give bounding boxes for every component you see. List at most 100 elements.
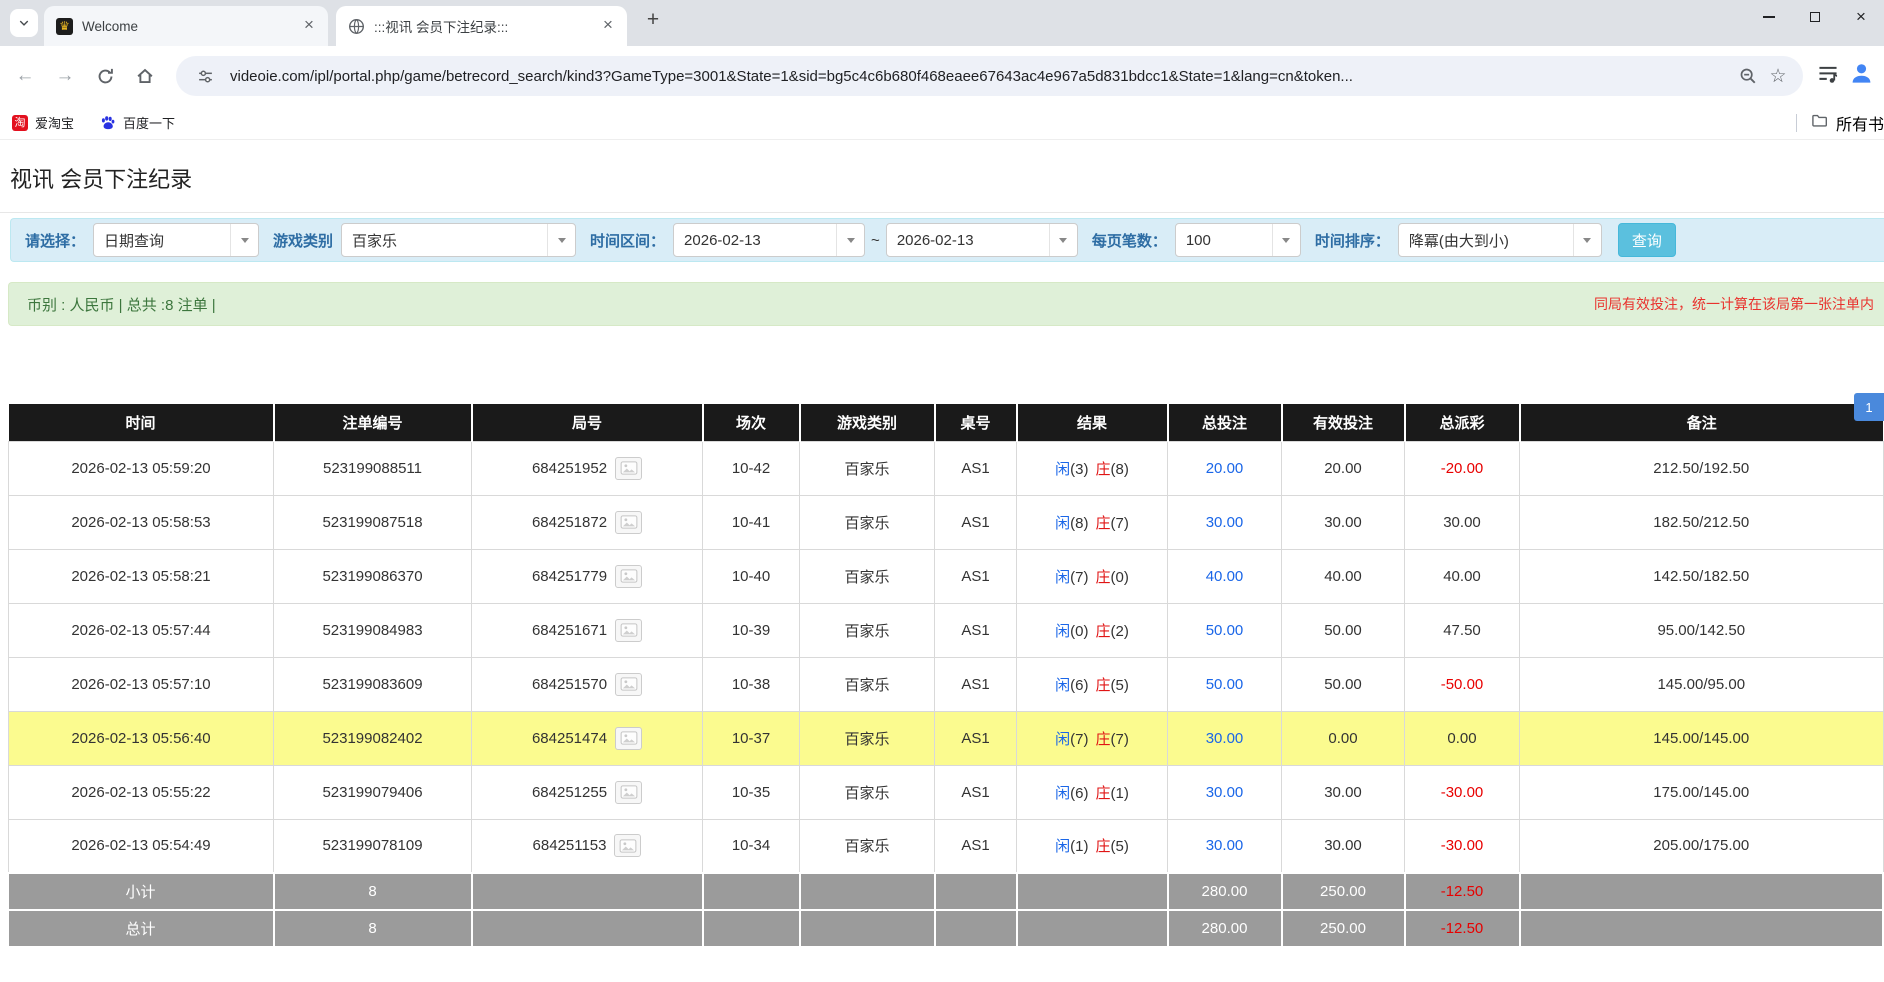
cell-note: 212.50/192.50 [1520, 441, 1884, 495]
sum-empty-cell [703, 873, 800, 910]
cell-payout: 0.00 [1405, 711, 1520, 765]
address-bar[interactable]: videoie.com/ipl/portal.php/game/betrecor… [176, 56, 1803, 96]
all-bookmarks[interactable]: 所有书签 [1796, 106, 1884, 139]
currency-total-text: 币别 : 人民币 | 总共 :8 注单 | [27, 294, 216, 315]
header-table-no: 桌号 [935, 404, 1017, 441]
round-id-text: 684251153 [533, 837, 607, 854]
replay-video-button[interactable] [615, 565, 642, 588]
tab-close-icon[interactable]: × [599, 17, 617, 35]
replay-video-button[interactable] [615, 673, 642, 696]
replay-video-button[interactable] [614, 834, 641, 857]
table-row: 2026-02-13 05:58:53 523199087518 6842518… [9, 495, 1884, 549]
player-points: (7) [1070, 569, 1088, 586]
player-points: (3) [1070, 461, 1088, 478]
chevron-down-icon [1573, 224, 1601, 256]
site-info-icon[interactable] [190, 61, 220, 91]
header-session: 场次 [703, 404, 800, 441]
query-type-select[interactable]: 日期查询 [93, 223, 259, 257]
home-icon [135, 66, 155, 86]
forward-button[interactable]: → [48, 59, 82, 93]
close-window-button[interactable]: × [1838, 0, 1884, 34]
cell-payout: 30.00 [1405, 495, 1520, 549]
cell-session: 10-41 [703, 495, 800, 549]
replay-video-button[interactable] [615, 727, 642, 750]
pagination-page-button[interactable]: 1 [1854, 393, 1884, 421]
reload-icon [96, 67, 115, 86]
header-game-type: 游戏类别 [800, 404, 935, 441]
folder-icon [1811, 112, 1828, 134]
bookmark-baidu[interactable]: 百度一下 [100, 113, 175, 132]
cell-result: 闲(1)庄(5) [1017, 819, 1168, 873]
media-controls-icon[interactable] [1817, 63, 1839, 90]
cell-payout: -30.00 [1405, 765, 1520, 819]
profile-avatar[interactable] [1849, 61, 1874, 91]
sum-empty-cell [935, 873, 1017, 910]
cell-valid-bet: 50.00 [1282, 603, 1405, 657]
cell-time: 2026-02-13 05:55:22 [9, 765, 274, 819]
filter-bar: 请选择： 日期查询 游戏类别 百家乐 时间区间： 2026-02-13 ~ 20… [10, 218, 1884, 262]
page-size-select[interactable]: 100 [1175, 223, 1301, 257]
picture-icon [620, 785, 638, 799]
cell-valid-bet: 50.00 [1282, 657, 1405, 711]
cell-round-id: 684251474 [472, 711, 703, 765]
page-size-label: 每页笔数： [1092, 230, 1167, 251]
cell-round-id: 684251671 [472, 603, 703, 657]
subtotal-payout: -12.50 [1405, 873, 1520, 910]
all-bookmarks-label: 所有书签 [1836, 111, 1884, 135]
maximize-button[interactable] [1792, 0, 1838, 34]
replay-video-button[interactable] [615, 781, 642, 804]
date-to-select[interactable]: 2026-02-13 [886, 223, 1078, 257]
bet-records-table-wrap: 时间 注单编号 局号 场次 游戏类别 桌号 结果 总投注 有效投注 总派彩 备注… [8, 404, 1884, 948]
banker-result: 庄 [1096, 838, 1111, 855]
tab-welcome[interactable]: ♛ Welcome × [44, 6, 328, 46]
cell-session: 10-35 [703, 765, 800, 819]
cell-game-type: 百家乐 [800, 765, 935, 819]
sum-empty-cell [800, 910, 935, 947]
zoom-out-icon[interactable] [1733, 61, 1763, 91]
cell-bet-id: 523199083609 [274, 657, 472, 711]
bookmark-star-icon[interactable]: ☆ [1763, 61, 1793, 91]
cell-valid-bet: 40.00 [1282, 549, 1405, 603]
new-tab-button[interactable]: + [639, 8, 667, 32]
sort-value: 降冪(由大到小) [1399, 230, 1573, 251]
header-payout: 总派彩 [1405, 404, 1520, 441]
minimize-button[interactable] [1746, 0, 1792, 34]
picture-icon [620, 623, 638, 637]
cell-session: 10-39 [703, 603, 800, 657]
tab-bet-records[interactable]: :::视讯 会员下注纪录::: × [336, 6, 627, 46]
cell-session: 10-34 [703, 819, 800, 873]
cell-valid-bet: 30.00 [1282, 495, 1405, 549]
round-id-text: 684251255 [532, 784, 607, 801]
cell-payout: 40.00 [1405, 549, 1520, 603]
date-from-select[interactable]: 2026-02-13 [673, 223, 865, 257]
back-button[interactable]: ← [8, 59, 42, 93]
cell-note: 182.50/212.50 [1520, 495, 1884, 549]
replay-video-button[interactable] [615, 457, 642, 480]
home-button[interactable] [128, 59, 162, 93]
bet-records-table: 时间 注单编号 局号 场次 游戏类别 桌号 结果 总投注 有效投注 总派彩 备注… [8, 404, 1884, 948]
replay-video-button[interactable] [615, 619, 642, 642]
player-result: 闲 [1055, 838, 1070, 855]
search-button[interactable]: 查询 [1618, 223, 1676, 257]
cell-session: 10-40 [703, 549, 800, 603]
total-row: 总计 8 280.00 250.00 -12.50 [9, 910, 1884, 947]
query-type-value: 日期查询 [94, 230, 230, 251]
tab-close-icon[interactable]: × [300, 17, 318, 35]
replay-video-button[interactable] [615, 511, 642, 534]
cell-result: 闲(7)庄(7) [1017, 711, 1168, 765]
player-points: (7) [1070, 731, 1088, 748]
table-row: 2026-02-13 05:54:49 523199078109 6842511… [9, 819, 1884, 873]
bookmark-aitaobao[interactable]: 淘 爱淘宝 [12, 113, 74, 132]
cell-total-bet: 30.00 [1168, 765, 1282, 819]
cell-result: 闲(6)庄(1) [1017, 765, 1168, 819]
window-controls: × [1746, 0, 1884, 34]
url-text[interactable]: videoie.com/ipl/portal.php/game/betrecor… [230, 68, 1733, 85]
cell-total-bet: 20.00 [1168, 441, 1282, 495]
game-type-select[interactable]: 百家乐 [341, 223, 576, 257]
sort-select[interactable]: 降冪(由大到小) [1398, 223, 1602, 257]
tab-search-button[interactable] [10, 9, 38, 37]
sum-empty-cell [1017, 910, 1168, 947]
page-content: 视讯 会员下注纪录 请选择： 日期查询 游戏类别 百家乐 时间区间： 2026-… [0, 167, 1884, 968]
cell-game-type: 百家乐 [800, 495, 935, 549]
reload-button[interactable] [88, 59, 122, 93]
